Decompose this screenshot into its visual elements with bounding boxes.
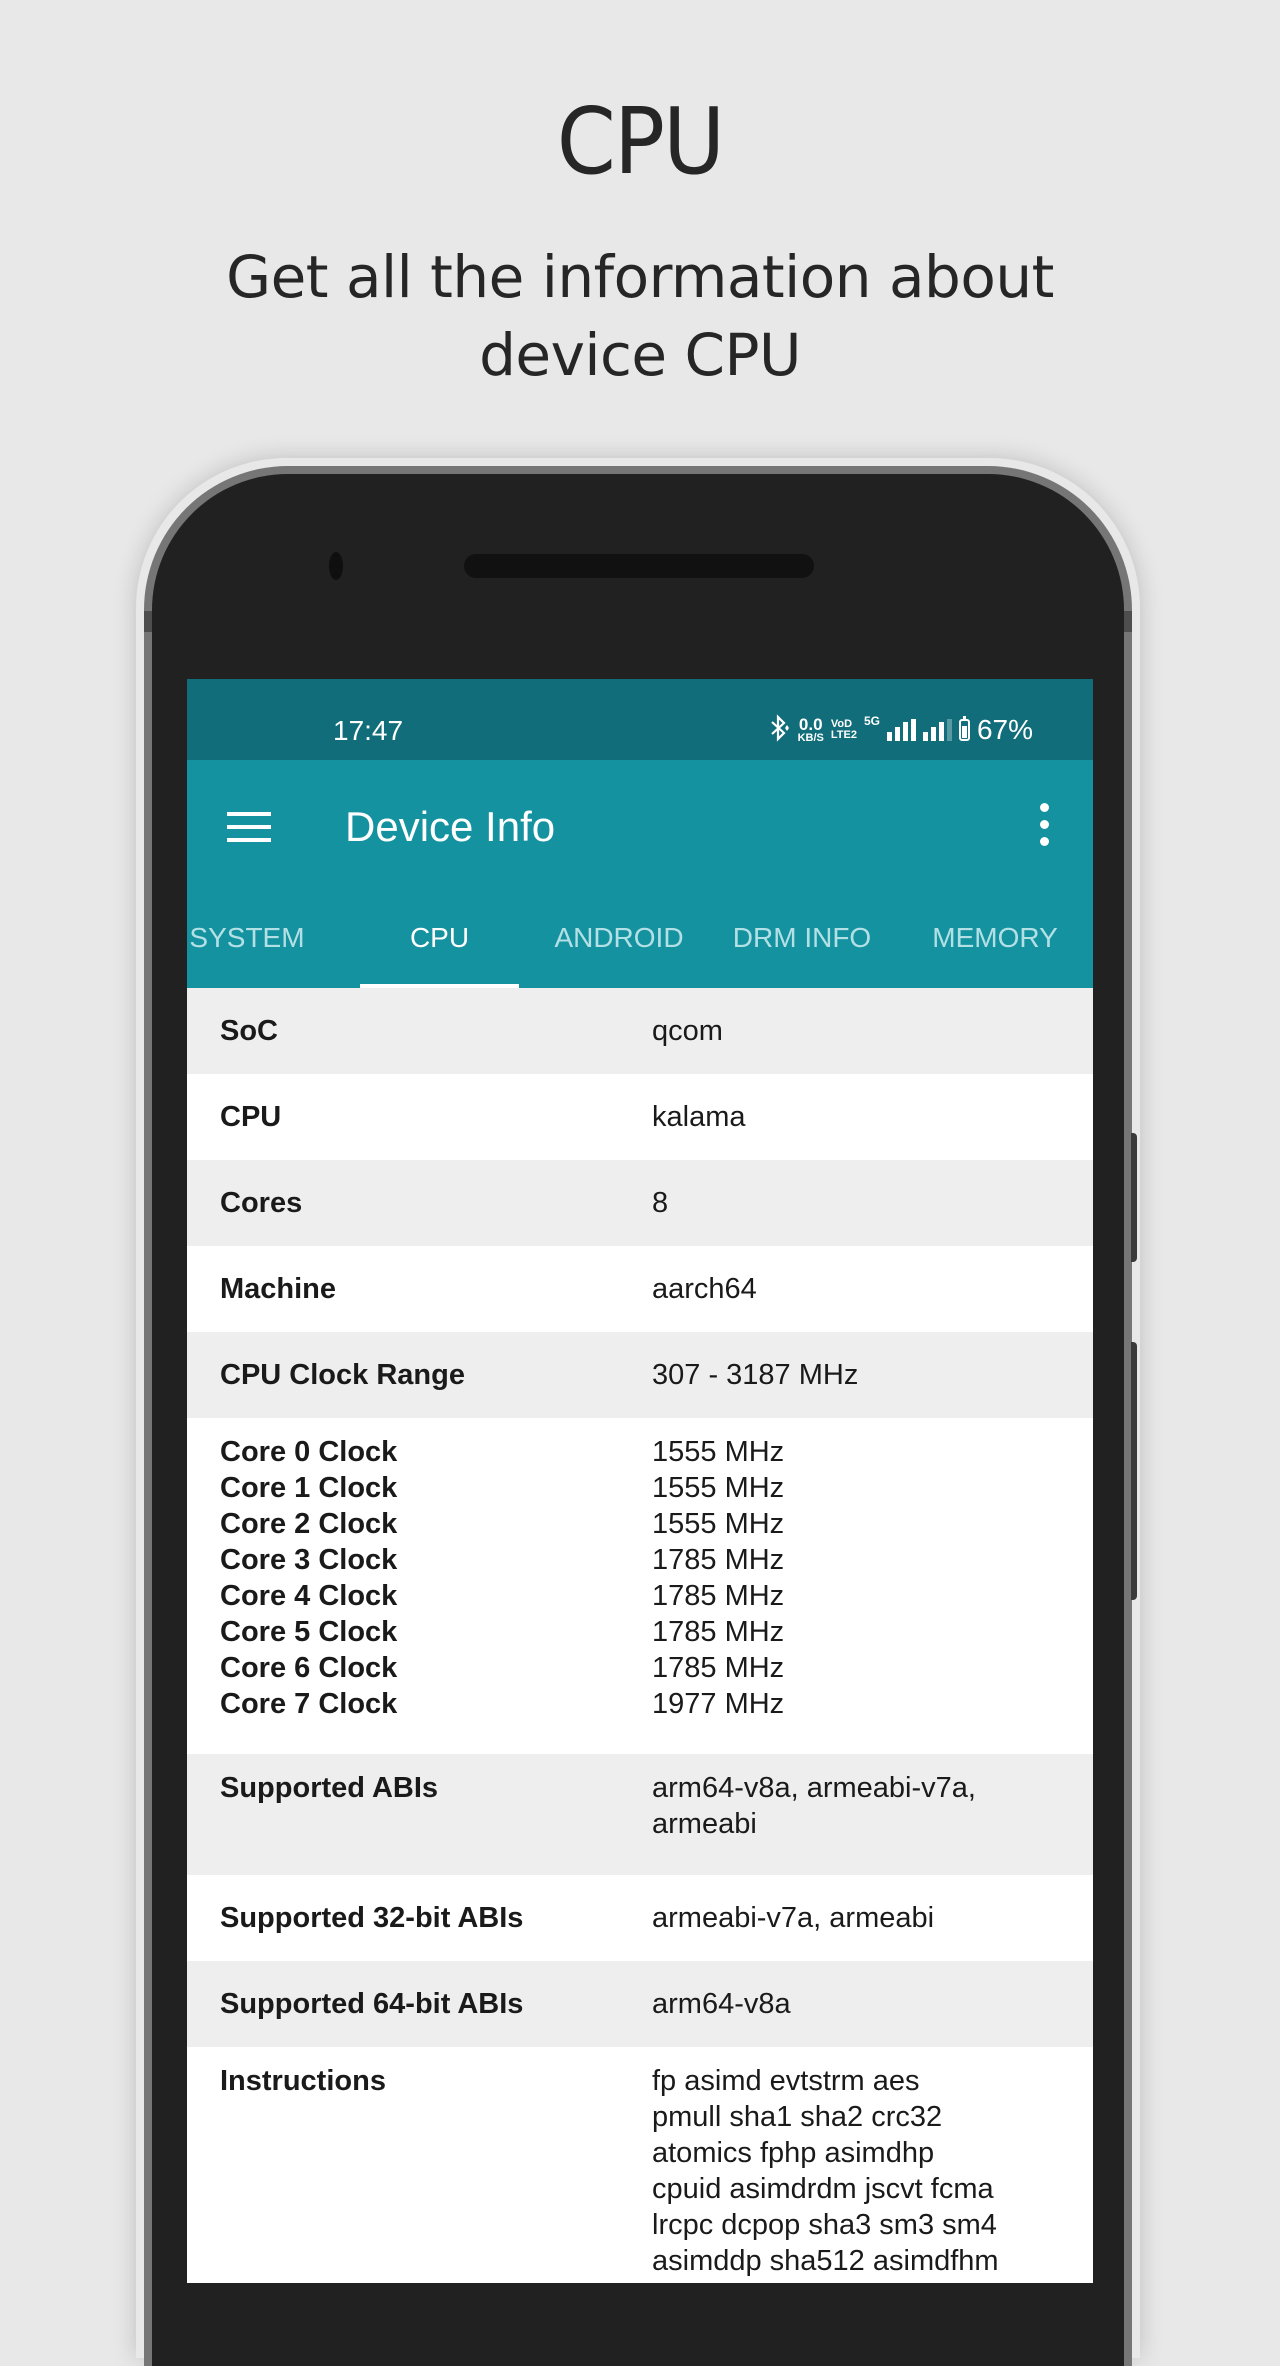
table-row-core-clocks: Core 0 Clock Core 1 Clock Core 2 Clock C… xyxy=(187,1418,1093,1754)
core-clock-value: 1785 MHz xyxy=(652,1544,785,1576)
core-clock-keys: Core 0 Clock Core 1 Clock Core 2 Clock C… xyxy=(220,1434,652,1722)
row-key: CPU xyxy=(220,1100,282,1133)
promo-subtitle-line: Get all the information about xyxy=(226,243,1054,311)
core-clock-value: 1977 MHz xyxy=(652,1688,785,1720)
network-speed-unit: KB/S xyxy=(797,732,824,744)
core-clock-value: 1785 MHz xyxy=(652,1616,785,1648)
table-row-instructions: Instructions fp asimd evtstrm aes pmull … xyxy=(187,2047,1093,2283)
core-clock-value: 1555 MHz xyxy=(652,1436,785,1468)
core-clock-key: Core 6 Clock xyxy=(220,1652,398,1684)
status-bar: 17:47 0.0 KB/S VoD LTE2 5G 67% xyxy=(187,679,1093,760)
core-clock-key: Core 0 Clock xyxy=(220,1436,398,1468)
app-bar: Device Info SYSTEM CPU ANDROID DRM INFO … xyxy=(187,760,1093,989)
hamburger-menu-icon[interactable] xyxy=(227,812,271,844)
power-button xyxy=(1131,1133,1137,1262)
volume-button xyxy=(1131,1342,1137,1600)
row-value: aarch64 xyxy=(652,1272,757,1305)
tab-cpu[interactable]: CPU xyxy=(360,888,519,988)
instruction-line: pmull sha1 sha2 crc32 xyxy=(652,2101,943,2133)
instruction-line: fp asimd evtstrm aes xyxy=(652,2065,920,2097)
network-speed: 0.0 KB/S xyxy=(798,716,824,744)
row-key: CPU Clock Range xyxy=(220,1358,465,1391)
front-camera xyxy=(329,552,343,580)
instruction-line: cpuid asimdrdm jscvt fcma xyxy=(652,2173,994,2205)
table-row-64bit-abis: Supported 64-bit ABIs arm64-v8a xyxy=(187,1961,1093,2047)
app-title: Device Info xyxy=(345,803,556,850)
volte-icon: VoD LTE2 xyxy=(831,719,857,741)
promo-title: CPU xyxy=(556,88,725,195)
core-clock-values: 1555 MHz 1555 MHz 1555 MHz 1785 MHz 1785… xyxy=(652,1434,1060,1722)
network-speed-value: 0.0 xyxy=(798,715,823,734)
volte-bottom: LTE2 xyxy=(830,729,857,741)
tab-system[interactable]: SYSTEM xyxy=(187,888,307,988)
signal-strength-1-icon xyxy=(886,719,916,741)
row-key: Instructions xyxy=(220,2065,386,2097)
table-row-clock-range: CPU Clock Range 307 - 3187 MHz xyxy=(187,1332,1093,1418)
tab-drm-info[interactable]: DRM INFO xyxy=(727,888,877,988)
row-value: fp asimd evtstrm aes pmull sha1 sha2 crc… xyxy=(652,2063,1060,2279)
status-icons: 0.0 KB/S VoD LTE2 5G 67% xyxy=(769,712,1033,748)
antenna-line-right xyxy=(1124,611,1132,632)
core-clock-value: 1555 MHz xyxy=(652,1508,785,1540)
battery-percent: 67% xyxy=(976,714,1033,745)
row-value: arm64-v8a, armeabi-v7a, armeabi xyxy=(652,1770,1060,1842)
row-value-line: armeabi xyxy=(652,1808,757,1840)
table-row-cpu: CPU kalama xyxy=(187,1074,1093,1160)
row-value: 8 xyxy=(652,1186,669,1219)
row-key: SoC xyxy=(220,1014,278,1047)
core-clock-key: Core 3 Clock xyxy=(220,1544,398,1576)
promo-subtitle: Get all the information about device CPU xyxy=(140,238,1140,394)
core-clock-value: 1785 MHz xyxy=(652,1652,785,1684)
core-clock-value: 1785 MHz xyxy=(652,1580,785,1612)
phone-screen: 17:47 0.0 KB/S VoD LTE2 5G 67% Device In… xyxy=(187,679,1093,2283)
battery-fill xyxy=(961,725,967,738)
bluetooth-icon xyxy=(769,714,791,746)
table-row-machine: Machine aarch64 xyxy=(187,1246,1093,1332)
tab-android[interactable]: ANDROID xyxy=(547,888,691,988)
table-row-32bit-abis: Supported 32-bit ABIs armeabi-v7a, armea… xyxy=(187,1875,1093,1961)
antenna-line-left xyxy=(144,611,152,632)
core-clock-key: Core 7 Clock xyxy=(220,1688,398,1720)
row-key: Supported ABIs xyxy=(220,1772,439,1804)
instruction-line: asimddp sha512 asimdfhm xyxy=(652,2245,999,2277)
earpiece-speaker xyxy=(464,554,814,578)
row-key: Supported 32-bit ABIs xyxy=(220,1901,524,1934)
row-value-line: arm64-v8a, armeabi-v7a, xyxy=(652,1772,976,1804)
instruction-line: lrcpc dcpop sha3 sm3 sm4 xyxy=(652,2209,997,2241)
table-row-soc: SoC qcom xyxy=(187,988,1093,1074)
instruction-line: atomics fphp asimdhp xyxy=(652,2137,935,2169)
row-value: arm64-v8a xyxy=(652,1987,791,2020)
table-row-cores: Cores 8 xyxy=(187,1160,1093,1246)
row-value: kalama xyxy=(652,1100,746,1133)
row-key: Supported 64-bit ABIs xyxy=(220,1987,524,2020)
status-time: 17:47 xyxy=(333,715,404,746)
5g-label: 5G xyxy=(863,714,880,728)
tab-bar: SYSTEM CPU ANDROID DRM INFO MEMORY xyxy=(187,888,1093,989)
signal-strength-2-icon xyxy=(922,719,952,741)
core-clock-value: 1555 MHz xyxy=(652,1472,785,1504)
core-clock-key: Core 5 Clock xyxy=(220,1616,398,1648)
row-value: 307 - 3187 MHz xyxy=(652,1358,859,1391)
row-key: Cores xyxy=(220,1186,303,1219)
cpu-info-table: SoC qcom CPU kalama Cores 8 Machine aarc… xyxy=(187,988,1093,2283)
row-value: qcom xyxy=(652,1014,723,1047)
more-vert-icon[interactable] xyxy=(1038,803,1050,847)
core-clock-key: Core 2 Clock xyxy=(220,1508,398,1540)
row-value: armeabi-v7a, armeabi xyxy=(652,1901,935,1934)
tab-memory[interactable]: MEMORY xyxy=(915,888,1075,988)
core-clock-key: Core 4 Clock xyxy=(220,1580,398,1612)
battery-icon xyxy=(958,716,970,741)
table-row-supported-abis: Supported ABIs arm64-v8a, armeabi-v7a, a… xyxy=(187,1754,1093,1875)
row-key: Machine xyxy=(220,1272,337,1305)
core-clock-key: Core 1 Clock xyxy=(220,1472,398,1504)
promo-subtitle-line: device CPU xyxy=(479,321,801,389)
